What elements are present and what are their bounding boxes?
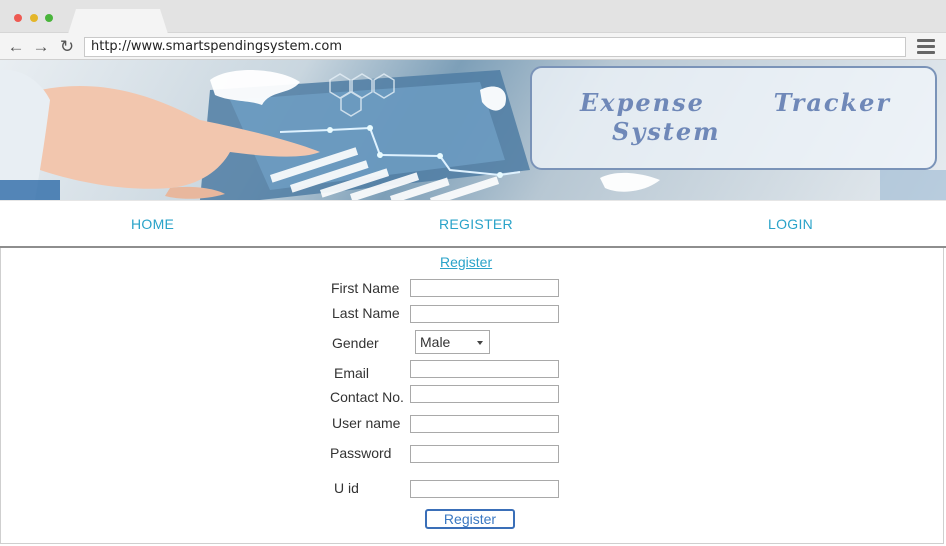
contact-input[interactable] (410, 385, 559, 403)
app-title-card: Expense Tracker System (530, 66, 937, 170)
browser-toolbar: ← → ↻ http://www.smartspendingsystem.com (0, 33, 946, 60)
arrow-right-icon[interactable]: → (31, 37, 51, 57)
uid-input[interactable] (410, 480, 559, 498)
uid-label: U id (334, 480, 359, 496)
app-title-line2: System (612, 117, 721, 146)
nav-home-link[interactable]: HOME (131, 216, 174, 232)
first-name-label: First Name (331, 280, 400, 296)
app-title-line1: Expense Tracker (580, 88, 892, 117)
contact-label: Contact No. (330, 389, 404, 405)
address-bar[interactable]: http://www.smartspendingsystem.com (84, 37, 906, 57)
maximize-window-icon[interactable] (45, 14, 53, 22)
username-input[interactable] (410, 415, 559, 433)
email-label: Email (334, 365, 370, 381)
username-label: User name (332, 415, 401, 431)
register-form-panel: Register First Name Last Name Gender Mal… (0, 248, 944, 544)
email-input[interactable] (410, 360, 559, 378)
gender-select[interactable]: Male (415, 330, 490, 354)
nav-login-link[interactable]: LOGIN (768, 216, 813, 232)
app-title: Expense Tracker System (580, 88, 920, 146)
header-banner: Expense Tracker System (0, 60, 946, 200)
register-submit-button[interactable]: Register (425, 509, 515, 529)
chevron-down-icon (477, 341, 483, 345)
browser-tab[interactable] (68, 9, 168, 34)
password-input[interactable] (410, 445, 559, 463)
gender-label: Gender (332, 335, 379, 351)
password-label: Password (330, 445, 392, 461)
hamburger-menu-icon[interactable] (917, 39, 935, 55)
gender-selected-value: Male (420, 334, 451, 350)
form-heading-link[interactable]: Register (440, 254, 492, 270)
arrow-left-icon[interactable]: ← (6, 37, 26, 57)
last-name-input[interactable] (410, 305, 559, 323)
close-window-icon[interactable] (14, 14, 22, 22)
minimize-window-icon[interactable] (30, 14, 38, 22)
browser-titlebar (0, 0, 946, 34)
nav-register-link[interactable]: REGISTER (439, 216, 513, 232)
reload-icon[interactable]: ↻ (57, 37, 77, 57)
last-name-label: Last Name (332, 305, 400, 321)
first-name-input[interactable] (410, 279, 559, 297)
main-nav: HOME REGISTER LOGIN (0, 200, 946, 248)
